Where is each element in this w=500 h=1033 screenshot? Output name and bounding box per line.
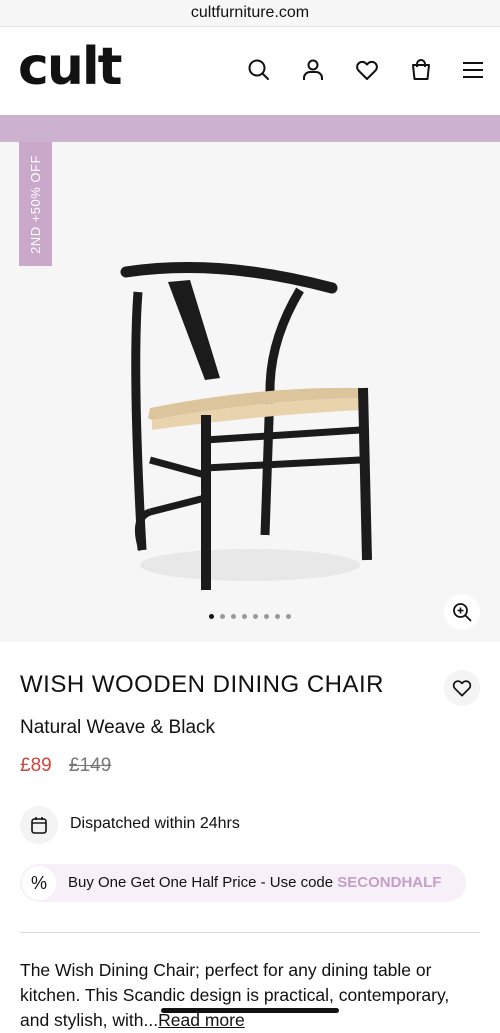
calendar-icon: [31, 817, 47, 834]
dispatch-badge: [20, 806, 58, 844]
percent-icon: %: [22, 866, 56, 900]
product-gallery[interactable]: 2ND +50% OFF: [0, 142, 500, 642]
read-more-link[interactable]: Read more: [158, 1010, 245, 1030]
site-header: cult: [0, 27, 500, 115]
wishlist-icon[interactable]: [354, 57, 380, 83]
offer-text: Buy One Get One Half Price - Use code SE…: [68, 874, 441, 891]
pagination-dot[interactable]: [275, 614, 280, 619]
gallery-pagination: [0, 614, 500, 622]
original-price: £149: [69, 755, 112, 776]
promo-strip: [0, 115, 500, 142]
pagination-dot[interactable]: [286, 614, 291, 619]
product-title: WISH WOODEN DINING CHAIR: [20, 671, 384, 698]
account-icon[interactable]: [300, 57, 326, 83]
pagination-dot[interactable]: [264, 614, 269, 619]
bag-icon[interactable]: [408, 57, 434, 83]
offer-message: Buy One Get One Half Price - Use code: [68, 874, 338, 891]
chair-product-image: [120, 262, 372, 590]
browser-url-bar[interactable]: cultfurniture.com: [0, 0, 500, 27]
sale-badge: 2ND +50% OFF: [19, 142, 52, 266]
heart-icon: [452, 680, 472, 697]
pagination-dot[interactable]: [220, 614, 225, 619]
cult-logo[interactable]: cult: [18, 37, 123, 97]
zoom-in-icon: [453, 603, 472, 622]
add-to-wishlist-button[interactable]: [444, 670, 480, 706]
pagination-dot[interactable]: [231, 614, 236, 619]
menu-icon[interactable]: [460, 57, 486, 83]
divider: [20, 932, 480, 933]
search-icon[interactable]: [246, 57, 272, 83]
product-variant: Natural Weave & Black: [20, 717, 216, 738]
zoom-button[interactable]: [444, 594, 480, 630]
pagination-dot[interactable]: [253, 614, 258, 619]
dispatch-info: Dispatched within 24hrs: [70, 815, 240, 832]
pagination-dot[interactable]: [209, 614, 214, 619]
product-description: The Wish Dining Chair; perfect for any d…: [20, 958, 482, 1033]
pagination-dot[interactable]: [242, 614, 247, 619]
sale-price: £89: [20, 755, 52, 776]
home-indicator[interactable]: [161, 1008, 339, 1013]
sale-badge-text: 2ND +50% OFF: [28, 154, 43, 254]
url-text: cultfurniture.com: [190, 4, 310, 21]
offer-banner[interactable]: % Buy One Get One Half Price - Use code …: [20, 864, 466, 902]
offer-code: SECONDHALF: [337, 874, 442, 891]
